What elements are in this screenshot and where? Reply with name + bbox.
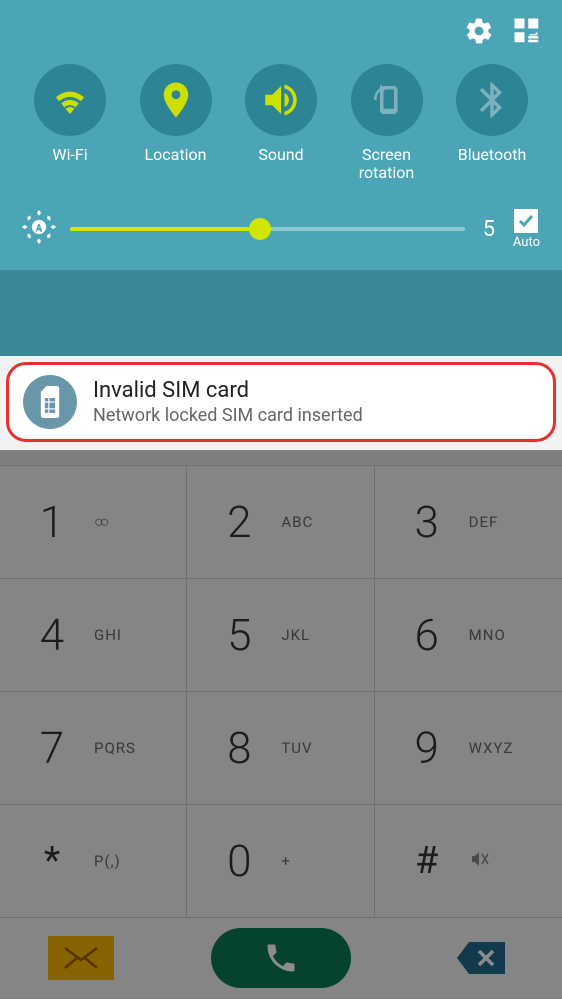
brightness-auto-icon: A (22, 210, 56, 248)
wifi-icon (49, 79, 91, 121)
checkbox-icon (514, 209, 538, 233)
brightness-slider[interactable] (70, 227, 465, 231)
brightness-auto-label: Auto (513, 235, 540, 250)
quick-settings-panel: Wi-Fi Location Sound Screen rotation (0, 0, 562, 270)
toggle-location[interactable]: Location (126, 64, 226, 183)
toggle-sound[interactable]: Sound (231, 64, 331, 183)
location-icon (155, 79, 197, 121)
toggle-wifi-label: Wi-Fi (52, 146, 87, 164)
toggle-location-label: Location (145, 146, 207, 164)
notification-invalid-sim[interactable]: Invalid SIM card Network locked SIM card… (6, 362, 556, 442)
toggle-wifi[interactable]: Wi-Fi (20, 64, 120, 183)
brightness-value: 5 (479, 217, 499, 242)
brightness-row: A 5 Auto (14, 187, 548, 256)
notification-shade: Wi-Fi Location Sound Screen rotation (0, 0, 562, 450)
toggle-rotation[interactable]: Screen rotation (337, 64, 437, 183)
svg-text:A: A (36, 224, 43, 235)
toggle-sound-label: Sound (258, 146, 303, 164)
notification-title: Invalid SIM card (93, 378, 363, 403)
brightness-auto-toggle[interactable]: Auto (513, 209, 540, 250)
gear-icon[interactable] (464, 16, 494, 50)
toggle-bluetooth-label: Bluetooth (458, 146, 527, 164)
shade-handle-area[interactable] (0, 270, 562, 356)
notification-body: Network locked SIM card inserted (93, 405, 363, 426)
toggle-bluetooth[interactable]: Bluetooth (442, 64, 542, 183)
grid-user-icon[interactable] (512, 16, 542, 50)
slider-thumb[interactable] (249, 218, 271, 240)
sim-card-icon (36, 386, 64, 418)
toggle-rotation-label: Screen rotation (359, 146, 414, 183)
rotation-icon (366, 79, 408, 121)
sound-icon (260, 79, 302, 121)
bluetooth-icon (471, 79, 513, 121)
